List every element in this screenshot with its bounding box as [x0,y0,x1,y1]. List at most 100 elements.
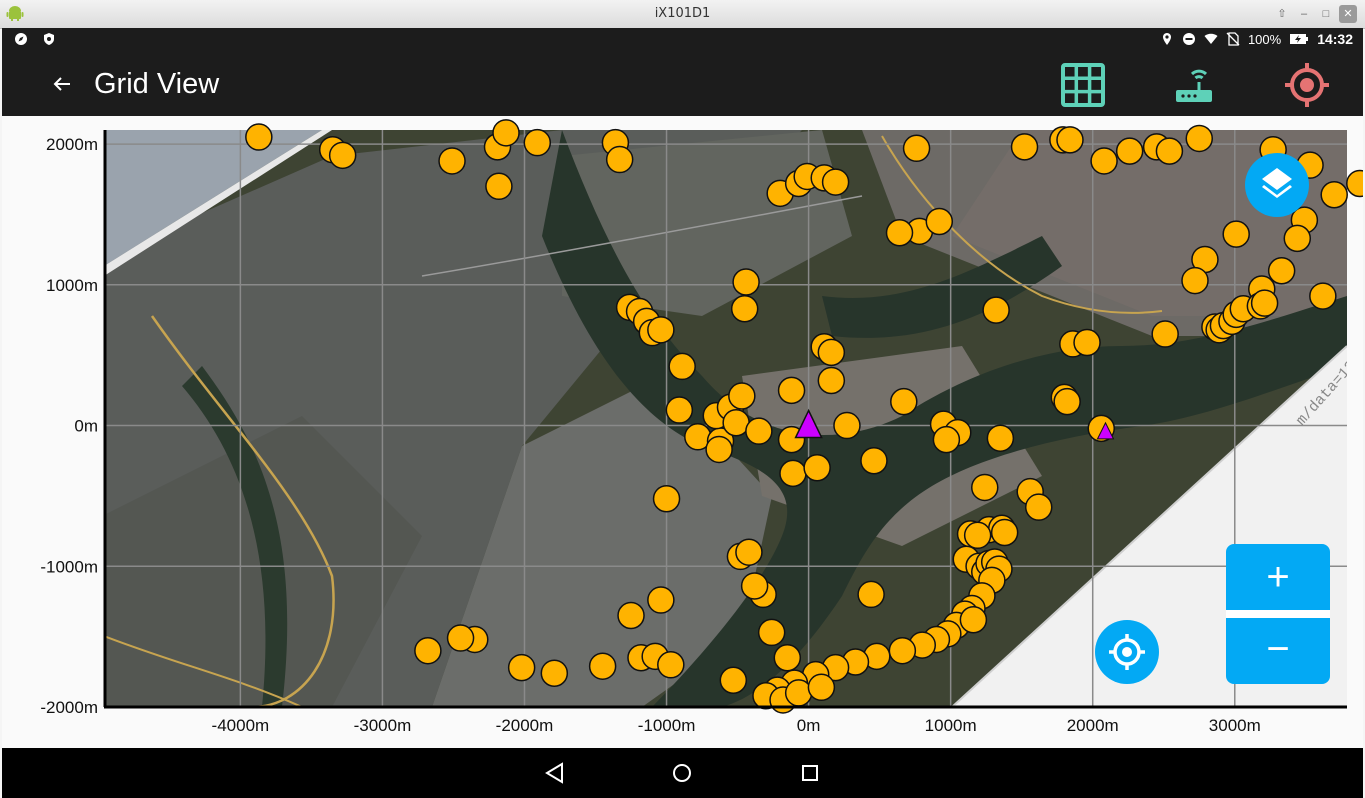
device-marker[interactable] [1222,220,1250,248]
device-marker[interactable] [959,605,988,634]
device-marker[interactable] [1346,169,1363,198]
device-marker[interactable] [833,411,861,440]
compass-icon [15,33,27,45]
device-marker[interactable] [730,294,759,323]
page-title: Grid View [94,68,220,100]
device-marker[interactable] [779,459,807,488]
device-marker[interactable] [665,396,694,424]
device-marker[interactable] [245,123,273,151]
device-marker[interactable] [1053,387,1081,416]
device-marker[interactable] [1283,224,1312,253]
window-title-bar: iX101D1 ⇧ – □ ✕ [0,0,1365,29]
my-location-button[interactable] [1094,619,1160,685]
device-marker[interactable] [588,652,617,680]
x-tick-label: 1000m [925,716,977,735]
device-marker[interactable] [902,134,931,163]
grid-icon[interactable] [1060,62,1106,108]
layers-button[interactable] [1244,152,1310,218]
device-marker[interactable] [857,580,885,609]
y-tick-label: 0m [74,417,98,436]
zoom-out-button[interactable]: − [1226,618,1330,684]
device-marker[interactable] [1010,133,1039,161]
device-marker[interactable] [757,618,786,647]
window-title: iX101D1 [654,6,711,21]
device-marker[interactable] [735,538,763,566]
device-marker[interactable] [888,636,917,665]
device-marker[interactable] [890,387,918,416]
x-tick-label: -4000m [212,716,270,735]
device-marker[interactable] [963,521,992,550]
device-marker[interactable] [719,666,748,695]
nav-home-icon[interactable] [669,760,695,786]
device-marker[interactable] [777,376,806,405]
device-marker[interactable] [438,147,466,175]
device-marker[interactable] [328,141,357,170]
device-marker[interactable] [784,679,813,707]
target-icon[interactable] [1284,62,1330,108]
device-marker[interactable] [740,572,769,600]
y-tick-label: 1000m [46,276,98,295]
device-marker[interactable] [523,128,552,157]
device-marker[interactable] [1151,320,1179,348]
battery-percent: 100% [1247,31,1282,47]
device-marker[interactable] [821,168,850,196]
device-marker[interactable] [932,425,961,454]
device-marker[interactable] [1155,137,1184,165]
device-marker[interactable] [1250,289,1279,317]
device-marker[interactable] [860,446,888,475]
device-marker[interactable] [1090,147,1118,175]
device-marker[interactable] [507,653,536,682]
device-marker[interactable] [745,417,773,445]
window-close-icon[interactable]: ✕ [1339,5,1357,23]
device-marker[interactable] [1115,137,1144,165]
device-marker[interactable] [817,338,846,367]
device-marker[interactable] [990,518,1019,547]
status-time: 14:32 [1317,31,1353,47]
device-marker[interactable] [1309,282,1337,310]
device-marker[interactable] [668,352,696,381]
device-marker[interactable] [1024,493,1053,521]
device-marker[interactable] [728,382,756,410]
device-marker[interactable] [925,207,954,236]
device-marker[interactable] [885,218,914,247]
device-marker[interactable] [982,296,1010,324]
grid-map-view: m/data=13m1!1e3 -4000m-3000m-2000m-1000m… [2,116,1363,748]
window-up-icon[interactable]: ⇧ [1273,5,1291,23]
device-marker[interactable] [1185,124,1214,153]
nav-recents-icon[interactable] [797,760,823,786]
device-marker[interactable] [986,424,1015,452]
router-icon[interactable] [1172,62,1218,108]
device-marker[interactable] [807,673,836,702]
device-marker[interactable] [1073,328,1101,357]
device-marker[interactable] [652,484,681,513]
device-marker[interactable] [492,119,520,147]
device-marker[interactable] [617,601,645,630]
device-marker[interactable] [657,651,685,679]
back-arrow-icon[interactable] [50,72,74,96]
zoom-controls: + − [1226,544,1330,684]
nav-back-icon[interactable] [542,760,568,786]
device-marker[interactable] [647,586,675,614]
device-marker[interactable] [1320,180,1348,209]
device-marker[interactable] [705,435,733,464]
x-tick-label: 2000m [1067,716,1119,735]
device-marker[interactable] [647,316,675,344]
device-marker[interactable] [605,145,634,174]
device-marker[interactable] [817,366,846,395]
device-marker[interactable] [485,172,513,201]
device-marker[interactable] [971,473,999,502]
zoom-in-button[interactable]: + [1226,544,1330,610]
device-marker[interactable] [773,643,802,672]
window-maximize-icon[interactable]: □ [1317,5,1335,23]
device-marker[interactable] [803,454,831,482]
device-marker[interactable] [446,624,475,652]
device-marker[interactable] [732,268,760,296]
device-marker[interactable] [1181,266,1209,295]
device-marker[interactable] [1056,126,1084,154]
window-minimize-icon[interactable]: – [1295,5,1313,23]
device-marker[interactable] [414,636,442,665]
device-marker[interactable] [1267,256,1296,285]
x-tick-label: 0m [797,716,821,735]
device-marker[interactable] [540,659,569,687]
no-sim-icon [1226,32,1240,46]
